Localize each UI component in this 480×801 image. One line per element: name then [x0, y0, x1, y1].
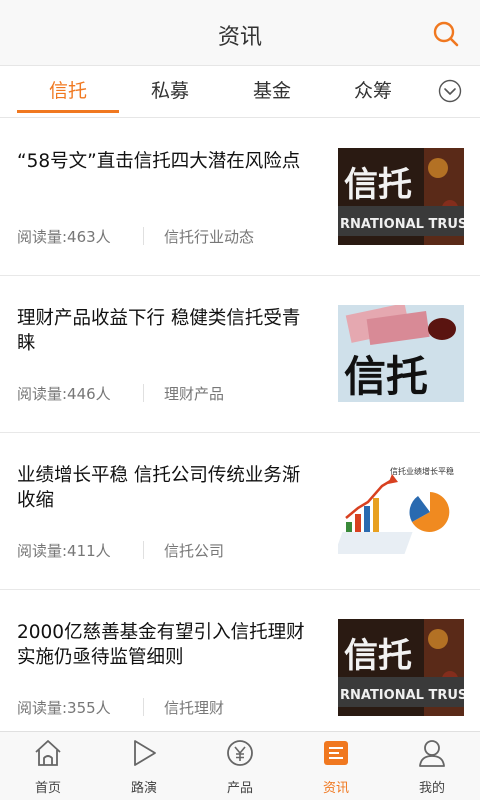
article-title: “58号文”直击信托四大潜在风险点	[17, 151, 301, 172]
article-list: “58号文”直击信托四大潜在风险点 阅读量:463人 信托行业动态 信托 RNA…	[0, 119, 480, 747]
home-icon	[35, 740, 61, 766]
tabbar-item-products[interactable]: 产品	[192, 732, 288, 801]
active-tab-indicator	[17, 110, 119, 113]
divider	[143, 384, 144, 402]
read-count: 阅读量:411人	[17, 542, 111, 560]
divider	[143, 541, 144, 559]
list-item[interactable]: 2000亿慈善基金有望引入信托理财 实施仍亟待监管细则 阅读量:355人 信托理…	[0, 590, 480, 747]
tab-simu[interactable]: 私募	[120, 66, 220, 118]
tabbar-label: 资讯	[322, 781, 349, 796]
news-icon	[324, 741, 348, 765]
read-count: 阅读量:463人	[17, 228, 111, 246]
article-thumbnail: 信托业绩增长平稳	[338, 462, 464, 559]
svg-text:RNATIONAL TRUS: RNATIONAL TRUS	[340, 217, 464, 232]
list-item[interactable]: “58号文”直击信托四大潜在风险点 阅读量:463人 信托行业动态 信托 RNA…	[0, 119, 480, 276]
tabbar-item-news[interactable]: 资讯	[288, 732, 384, 801]
play-icon	[134, 740, 156, 766]
article-thumbnail: 信托 RNATIONAL TRUS	[338, 619, 464, 716]
article-thumbnail: 信托	[338, 305, 464, 402]
tabbar-label: 路演	[130, 781, 157, 796]
read-count: 阅读量:446人	[17, 385, 111, 403]
article-title: 业绩增长平稳 信托公司传统业务渐收缩	[17, 465, 301, 511]
list-item[interactable]: 理财产品收益下行 稳健类信托受青睐 阅读量:446人 理财产品 信托	[0, 276, 480, 433]
user-icon	[419, 740, 445, 767]
top-bar: 资讯	[0, 0, 480, 66]
divider	[143, 698, 144, 716]
read-count: 阅读量:355人	[17, 699, 111, 717]
page-title: 资讯	[217, 25, 262, 50]
tab-jijin[interactable]: 基金	[222, 66, 322, 118]
tabbar-label: 首页	[34, 781, 61, 796]
article-category: 信托行业动态	[164, 228, 255, 246]
article-category: 信托公司	[164, 542, 225, 560]
tabbar-label: 产品	[226, 781, 253, 796]
divider	[143, 227, 144, 245]
tabbar-label: 我的	[418, 781, 445, 796]
list-item[interactable]: 业绩增长平稳 信托公司传统业务渐收缩 阅读量:411人 信托公司 信托业绩增长平…	[0, 433, 480, 590]
svg-text:RNATIONAL TRUS: RNATIONAL TRUS	[340, 688, 464, 703]
bottom-tab-bar: 首页 路演 产品 资讯 我的	[0, 731, 480, 800]
tabbar-item-home[interactable]: 首页	[0, 732, 96, 801]
article-category: 信托理财	[164, 699, 225, 717]
tab-zhongchou[interactable]: 众筹	[323, 66, 423, 118]
article-title: 2000亿慈善基金有望引入信托理财 实施仍亟待监管细则	[17, 622, 305, 668]
search-icon[interactable]	[432, 20, 460, 48]
chevron-down-icon[interactable]	[438, 79, 462, 103]
thumbnail-text: 信托	[344, 636, 412, 676]
product-icon	[227, 740, 253, 766]
thumbnail-text: 信托业绩增长平稳	[390, 466, 454, 476]
article-thumbnail: 信托 RNATIONAL TRUS	[338, 148, 464, 245]
tabbar-item-roadshow[interactable]: 路演	[96, 732, 192, 801]
category-tabs: 信托 私募 基金 众筹	[0, 66, 480, 118]
thumbnail-text: 信托	[344, 352, 428, 401]
thumbnail-text: 信托	[344, 165, 412, 205]
article-title: 理财产品收益下行 稳健类信托受青睐	[17, 308, 301, 354]
tabbar-item-profile[interactable]: 我的	[384, 732, 480, 801]
article-category: 理财产品	[164, 385, 225, 403]
